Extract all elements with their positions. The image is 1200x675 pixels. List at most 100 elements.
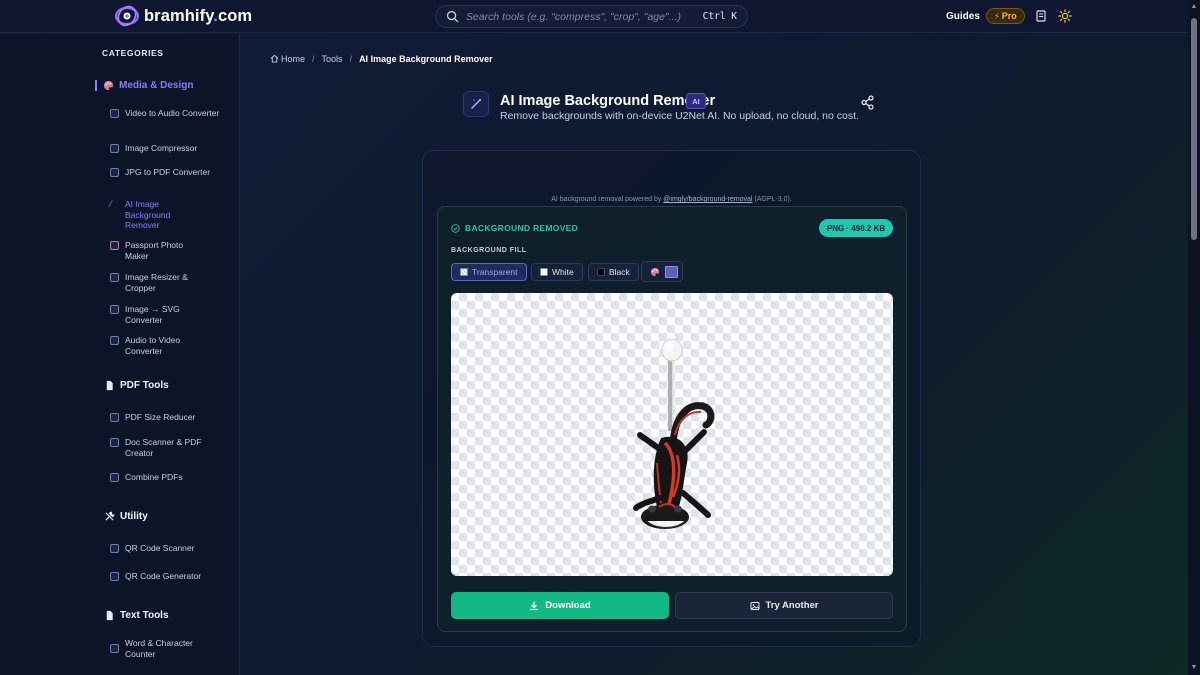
sidebar-group-label: Utility [120, 511, 148, 522]
top-bar: bramhify.com Ctrl K Guides ⚡ Pro [0, 0, 1188, 33]
sidebar-group-utility[interactable]: Utility [104, 511, 148, 522]
download-button[interactable]: Download [451, 592, 669, 619]
sidebar-group-media-design[interactable]: Media & Design [95, 80, 193, 91]
brand-name: bramhify.com [144, 6, 253, 25]
custom-color-picker[interactable] [641, 261, 683, 282]
guides-link[interactable]: Guides [946, 11, 980, 22]
tool-header-icon [463, 91, 489, 117]
document-icon [106, 380, 113, 391]
fill-option-white[interactable]: White [531, 263, 583, 281]
sidebar-item-image-to-svg[interactable]: Image → SVG Converter [110, 304, 220, 325]
breadcrumb-home[interactable]: Home [270, 54, 305, 64]
breadcrumb: Home / Tools / AI Image Background Remov… [270, 54, 493, 64]
page-scrollbar[interactable]: ▲ ▼ [1188, 0, 1200, 675]
sidebar-item-word-counter[interactable]: Word & Character Counter [110, 638, 220, 659]
layers-icon [110, 473, 119, 482]
sidebar-group-label: PDF Tools [120, 380, 169, 391]
film-icon [110, 336, 119, 345]
video-icon [110, 109, 119, 118]
home-icon [270, 54, 279, 63]
magic-wand-icon: ⁄ [110, 199, 112, 209]
sidebar-item-passport-photo[interactable]: Passport Photo Maker [110, 240, 220, 261]
cutout-salamander-image [633, 338, 715, 529]
sidebar-item-label: Image → SVG Converter [125, 304, 180, 325]
white-swatch-icon [540, 268, 548, 276]
download-icon [530, 600, 539, 610]
breadcrumb-tools[interactable]: Tools [322, 54, 343, 64]
sidebar-group-pdf-tools[interactable]: PDF Tools [104, 380, 169, 391]
search-input[interactable] [466, 8, 696, 25]
sidebar-item-combine-pdfs[interactable]: Combine PDFs [110, 472, 220, 483]
fill-option-label: Transparent [472, 267, 518, 277]
scanner-icon [110, 438, 119, 447]
sidebar-item-jpg-to-pdf[interactable]: JPG to PDF Converter [110, 167, 220, 178]
powered-prefix: AI background removal powered by [551, 196, 664, 203]
sidebar-item-label: QR Code Generator [125, 571, 202, 581]
fill-option-black[interactable]: Black [588, 263, 639, 281]
ai-badge: AI [686, 93, 706, 109]
sidebar-group-text-tools[interactable]: Text Tools [104, 610, 169, 621]
sidebar-item-label: AI Image Background Remover [125, 199, 171, 230]
brand-logo[interactable]: bramhify.com [114, 5, 252, 27]
sidebar-item-video-to-audio[interactable]: Video to Audio Converter [110, 108, 220, 119]
scroll-thumb[interactable] [1191, 18, 1197, 240]
brand-logo-icon [114, 5, 140, 27]
sidebar-item-pdf-size-reducer[interactable]: PDF Size Reducer [110, 412, 220, 423]
page-subtitle: Remove backgrounds with on-device U2Net … [500, 110, 859, 122]
scroll-down-arrow-icon[interactable]: ▼ [1190, 664, 1198, 672]
sidebar-item-audio-to-video[interactable]: Audio to Video Converter [110, 335, 220, 356]
share-icon[interactable] [860, 95, 875, 110]
file-size-badge: PNG · 498.2 KB [819, 219, 893, 237]
sidebar-heading: CATEGORIES [102, 48, 164, 58]
image-icon [750, 601, 760, 610]
pro-label: Pro [1001, 11, 1017, 21]
breadcrumb-home-label: Home [281, 54, 306, 64]
text-icon [110, 644, 119, 653]
try-another-label: Try Another [765, 600, 819, 611]
powered-by-link[interactable]: @imgly/background-removal [663, 196, 752, 203]
pro-button[interactable]: ⚡ Pro [986, 8, 1025, 24]
sidebar-item-label: Doc Scanner & PDF Creator [125, 437, 202, 458]
search-icon [446, 10, 459, 23]
document-icon [110, 413, 119, 422]
sidebar-item-label: Video to Audio Converter [125, 108, 220, 118]
bolt-icon: ⚡ [994, 11, 1000, 21]
book-icon[interactable] [1034, 9, 1048, 23]
fill-option-transparent[interactable]: Transparent [451, 263, 527, 281]
page-title: AI Image Background Remover [500, 93, 716, 109]
search-shortcut: Ctrl K [702, 11, 737, 22]
sidebar-item-qr-generator[interactable]: QR Code Generator [110, 571, 220, 582]
sidebar-item-qr-scanner[interactable]: QR Code Scanner [110, 543, 220, 554]
sidebar-item-image-compressor[interactable]: Image Compressor [110, 143, 220, 154]
person-icon [110, 241, 119, 250]
sidebar-item-label: QR Code Scanner [125, 543, 195, 553]
search-bar[interactable]: Ctrl K [435, 5, 748, 28]
sun-icon[interactable] [1058, 9, 1072, 23]
image-icon [110, 168, 119, 177]
scroll-up-arrow-icon[interactable]: ▲ [1190, 3, 1198, 11]
status-text: BACKGROUND REMOVED [465, 223, 579, 233]
fill-option-label: White [552, 267, 574, 277]
powered-by-note: AI background removal powered by @imgly/… [422, 196, 921, 203]
download-label: Download [545, 600, 591, 611]
tools-icon [105, 511, 115, 521]
sidebar-item-label: Image Compressor [125, 143, 198, 153]
sidebar-item-ai-background-remover[interactable]: ⁄ AI Image Background Remover [110, 199, 220, 231]
background-fill-label: BACKGROUND FILL [451, 247, 527, 254]
sidebar-item-doc-scanner[interactable]: Doc Scanner & PDF Creator [110, 437, 220, 458]
scan-icon [110, 544, 119, 553]
powered-suffix: (AGPL-3.0). [752, 196, 792, 203]
palette-icon [650, 267, 660, 276]
qr-icon [110, 572, 119, 581]
sidebar-group-label: Media & Design [119, 80, 194, 91]
sidebar: CATEGORIES Media & Design Video to Audio… [0, 34, 240, 675]
status-message: BACKGROUND REMOVED [451, 223, 578, 233]
try-another-button[interactable]: Try Another [675, 592, 893, 619]
breadcrumb-separator: / [349, 54, 353, 64]
sidebar-item-image-resizer[interactable]: Image Resizer & Cropper [110, 272, 220, 293]
check-circle-icon [451, 223, 460, 233]
breadcrumb-separator: / [312, 54, 315, 64]
custom-color-swatch[interactable] [665, 265, 678, 278]
document-icon [106, 610, 113, 621]
result-image-preview [451, 293, 893, 576]
